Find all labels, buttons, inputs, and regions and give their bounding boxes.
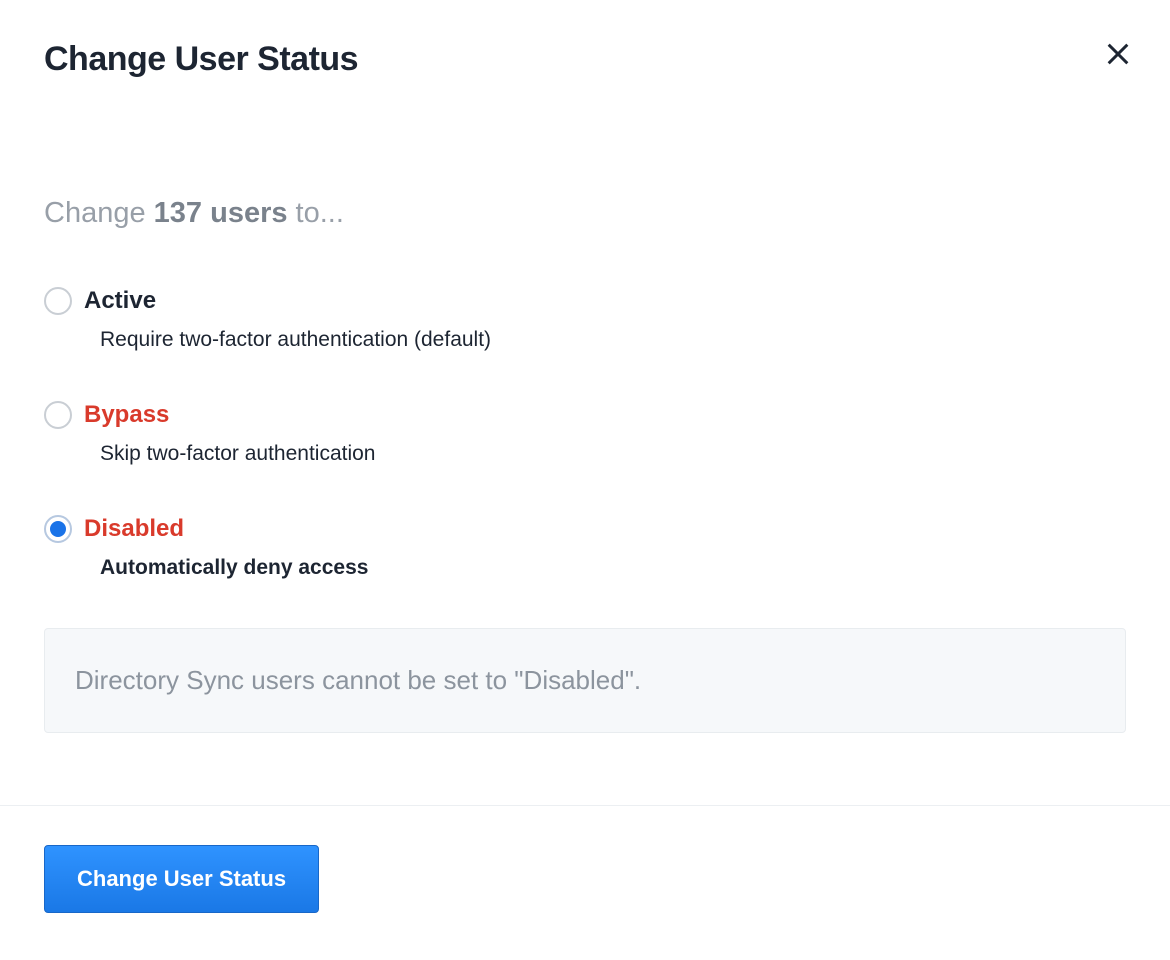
change-summary: Change 137 users to... bbox=[44, 197, 1126, 230]
footer-divider bbox=[0, 805, 1170, 806]
option-bypass[interactable]: Bypass Skip two-factor authentication bbox=[44, 400, 1126, 466]
change-user-status-button[interactable]: Change User Status bbox=[44, 845, 319, 913]
option-text: Bypass Skip two-factor authentication bbox=[84, 400, 375, 466]
option-label-bypass: Bypass bbox=[84, 400, 375, 430]
radio-bypass[interactable] bbox=[44, 401, 72, 429]
option-desc-bypass: Skip two-factor authentication bbox=[100, 442, 375, 466]
option-label-active: Active bbox=[84, 286, 491, 316]
change-prefix: Change bbox=[44, 197, 154, 229]
option-text: Disabled Automatically deny access bbox=[84, 514, 368, 580]
modal-footer: Change User Status bbox=[0, 793, 1170, 913]
close-button[interactable] bbox=[1100, 36, 1136, 77]
modal-title: Change User Status bbox=[44, 40, 358, 79]
user-count: 137 users bbox=[154, 197, 288, 229]
option-disabled[interactable]: Disabled Automatically deny access bbox=[44, 514, 1126, 580]
option-text: Active Require two-factor authentication… bbox=[84, 286, 491, 352]
radio-dot-icon bbox=[50, 521, 66, 537]
change-suffix: to... bbox=[287, 197, 343, 229]
modal-header: Change User Status bbox=[44, 40, 1126, 79]
info-banner: Directory Sync users cannot be set to "D… bbox=[44, 628, 1126, 733]
option-desc-disabled: Automatically deny access bbox=[100, 556, 368, 580]
radio-disabled[interactable] bbox=[44, 515, 72, 543]
radio-active[interactable] bbox=[44, 287, 72, 315]
option-desc-active: Require two-factor authentication (defau… bbox=[100, 328, 491, 352]
status-options: Active Require two-factor authentication… bbox=[44, 286, 1126, 580]
change-user-status-modal: Change User Status Change 137 users to..… bbox=[0, 0, 1170, 733]
close-icon bbox=[1104, 40, 1132, 68]
option-label-disabled: Disabled bbox=[84, 514, 368, 544]
option-active[interactable]: Active Require two-factor authentication… bbox=[44, 286, 1126, 352]
